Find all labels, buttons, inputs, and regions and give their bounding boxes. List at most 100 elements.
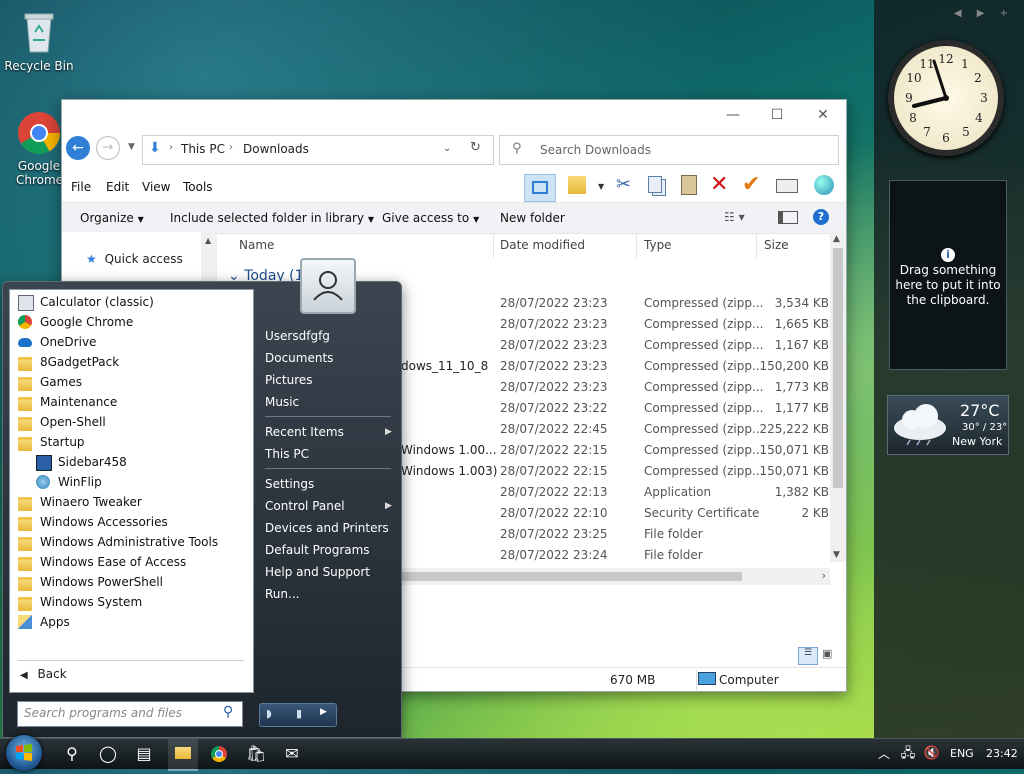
show-hidden-icons-chevron-icon[interactable]: ︿ bbox=[874, 744, 894, 764]
user-folder-link[interactable]: Usersdfgfg bbox=[265, 329, 330, 343]
table-row[interactable]: 28/07/2022 23:23 Compressed (zipp... 150,2… bbox=[492, 356, 832, 377]
horizontal-scrollbar[interactable]: › bbox=[402, 568, 830, 585]
apply-check-icon[interactable]: ✔ bbox=[742, 172, 760, 197]
file-explorer-taskbar-button[interactable] bbox=[168, 739, 198, 771]
default-programs-link[interactable]: Default Programs bbox=[265, 543, 370, 557]
globe-icon[interactable] bbox=[814, 175, 834, 195]
program-item[interactable]: Sidebar458 bbox=[36, 452, 268, 472]
copy-icon[interactable] bbox=[648, 176, 662, 193]
table-row[interactable]: 28/07/2022 23:23 Compressed (zipp... 1,167… bbox=[492, 335, 832, 356]
folder-options-icon[interactable] bbox=[568, 176, 586, 194]
cortana-icon[interactable]: ◯ bbox=[98, 744, 118, 764]
desktop-icon-recycle-bin[interactable]: Recycle Bin bbox=[4, 8, 74, 73]
weather-gadget[interactable]: 27°C 30° / 23° New York bbox=[887, 395, 1009, 455]
system-clock[interactable]: 23:42 bbox=[986, 747, 1018, 760]
include-in-library-button[interactable]: Include selected folder in library ▼ bbox=[170, 211, 374, 225]
delete-icon[interactable]: ✕ bbox=[710, 172, 728, 197]
program-item[interactable]: Windows Administrative Tools bbox=[18, 532, 250, 552]
music-link[interactable]: Music bbox=[265, 395, 299, 409]
menu-tools[interactable]: Tools bbox=[183, 180, 213, 194]
program-item[interactable]: Windows System bbox=[18, 592, 250, 612]
dropdown-chevron-icon[interactable]: ▼ bbox=[598, 182, 604, 191]
new-folder-button[interactable]: New folder bbox=[500, 211, 565, 225]
menu-view[interactable]: View bbox=[142, 180, 170, 194]
recent-locations-chevron-icon[interactable]: ▼ bbox=[128, 142, 135, 152]
clock-gadget[interactable]: 12 1 2 345 678 9 10 11 bbox=[888, 40, 1004, 156]
settings-link[interactable]: Settings bbox=[265, 477, 314, 491]
program-item[interactable]: Windows Accessories bbox=[18, 512, 250, 532]
table-row[interactable]: 28/07/2022 23:25 File folder bbox=[492, 524, 832, 545]
close-button[interactable]: ✕ bbox=[808, 104, 838, 126]
file-name-partial[interactable]: Windows 1.003) bbox=[401, 464, 497, 478]
file-name-partial[interactable]: Windows 1.00... bbox=[401, 443, 497, 457]
program-item[interactable]: Windows PowerShell bbox=[18, 572, 250, 592]
recent-items-link[interactable]: Recent Items bbox=[265, 425, 344, 439]
refresh-icon[interactable]: ↻ bbox=[470, 140, 481, 155]
table-row[interactable]: 28/07/2022 22:45 Compressed (zipp... 225,2… bbox=[492, 419, 832, 440]
program-item[interactable]: Open-Shell bbox=[18, 412, 250, 432]
help-and-support-link[interactable]: Help and Support bbox=[265, 565, 370, 579]
view-options-icon[interactable]: ☷ ▾ bbox=[724, 210, 745, 224]
program-item[interactable]: Startup bbox=[18, 432, 250, 452]
store-icon[interactable]: 🛍 bbox=[246, 744, 266, 764]
language-indicator[interactable]: ENG bbox=[950, 747, 974, 760]
menu-edit[interactable]: Edit bbox=[106, 180, 129, 194]
program-item[interactable]: Windows Ease of Access bbox=[18, 552, 250, 572]
start-button[interactable] bbox=[6, 735, 42, 771]
breadcrumb-this-pc[interactable]: This PC bbox=[181, 142, 225, 156]
address-bar[interactable]: ⬇ › This PC › Downloads ⌄ bbox=[142, 135, 494, 165]
quick-access-item[interactable]: ★ Quick access bbox=[86, 252, 183, 266]
program-item[interactable]: Maintenance bbox=[18, 392, 250, 412]
give-access-button[interactable]: Give access to ▼ bbox=[382, 211, 479, 225]
paste-icon[interactable] bbox=[681, 175, 697, 195]
clipboard-gadget[interactable]: i Drag something here to put it into the… bbox=[889, 180, 1007, 370]
table-row[interactable]: 28/07/2022 23:23 Compressed (zipp... 3,534… bbox=[492, 293, 832, 314]
table-row[interactable]: 28/07/2022 22:13 Application 1,382 KB bbox=[492, 482, 832, 503]
help-icon[interactable]: ? bbox=[813, 209, 829, 225]
table-row[interactable]: 28/07/2022 22:10 Security Certificate 2 KB bbox=[492, 503, 832, 524]
program-item[interactable]: Winaero Tweaker bbox=[18, 492, 250, 512]
program-item[interactable]: WinFlip bbox=[36, 472, 268, 492]
menu-file[interactable]: File bbox=[71, 180, 91, 194]
program-item[interactable]: 8GadgetPack bbox=[18, 352, 250, 372]
run-link[interactable]: Run... bbox=[265, 587, 299, 601]
minimize-button[interactable]: — bbox=[718, 104, 748, 126]
table-row[interactable]: 28/07/2022 23:24 File folder bbox=[492, 545, 832, 566]
network-icon[interactable]: 🖧 bbox=[898, 744, 918, 764]
large-icons-view-icon[interactable]: ▣ bbox=[822, 647, 838, 663]
table-row[interactable]: 28/07/2022 22:15 Compressed (zipp... 150,0… bbox=[492, 461, 832, 482]
back-button[interactable]: ◀ Back bbox=[20, 667, 67, 681]
this-pc-link[interactable]: This PC bbox=[265, 447, 309, 461]
pictures-link[interactable]: Pictures bbox=[265, 373, 313, 387]
program-item[interactable]: Games bbox=[18, 372, 250, 392]
maximize-button[interactable]: ☐ bbox=[762, 104, 792, 126]
column-size[interactable]: Size bbox=[764, 238, 789, 252]
table-row[interactable]: 28/07/2022 23:22 Compressed (zipp... 1,177… bbox=[492, 398, 832, 419]
documents-link[interactable]: Documents bbox=[265, 351, 333, 365]
search-input[interactable]: ⚲ Search Downloads bbox=[499, 135, 839, 165]
program-item[interactable]: Apps bbox=[18, 612, 250, 632]
details-view-icon[interactable]: ☰ bbox=[798, 647, 818, 665]
program-item[interactable]: OneDrive bbox=[18, 332, 250, 352]
table-row[interactable]: 28/07/2022 23:23 Compressed (zipp... 1,665… bbox=[492, 314, 832, 335]
lock-icon[interactable]: ▮ bbox=[296, 707, 302, 720]
breadcrumb-downloads[interactable]: Downloads bbox=[243, 142, 309, 156]
sidebar-nav-arrows[interactable]: ◀ ▶ + bbox=[954, 8, 1014, 19]
vertical-scrollbar[interactable]: ▲ ▼ bbox=[830, 232, 846, 562]
task-view-icon[interactable]: ▤ bbox=[134, 744, 154, 764]
column-name[interactable]: Name bbox=[239, 238, 274, 252]
chrome-taskbar-icon[interactable] bbox=[211, 746, 227, 762]
properties-icon[interactable] bbox=[776, 179, 798, 193]
organize-button[interactable]: Organize ▼ bbox=[80, 211, 144, 225]
table-row[interactable]: 28/07/2022 22:15 Compressed (zipp... 150,0… bbox=[492, 440, 832, 461]
devices-and-printers-link[interactable]: Devices and Printers bbox=[265, 521, 389, 535]
power-menu-arrow-icon[interactable]: ▶ bbox=[320, 707, 327, 717]
preview-pane-icon[interactable] bbox=[524, 174, 556, 202]
search-programs-input[interactable]: Search programs and files ⚲ bbox=[17, 701, 243, 727]
file-name-partial[interactable]: dows_11_10_8 bbox=[401, 359, 488, 373]
program-item[interactable]: Google Chrome bbox=[18, 312, 250, 332]
column-type[interactable]: Type bbox=[644, 238, 672, 252]
search-icon[interactable]: ⚲ bbox=[62, 744, 82, 764]
control-panel-link[interactable]: Control Panel bbox=[265, 499, 345, 513]
table-row[interactable]: 28/07/2022 23:23 Compressed (zipp... 1,773… bbox=[492, 377, 832, 398]
